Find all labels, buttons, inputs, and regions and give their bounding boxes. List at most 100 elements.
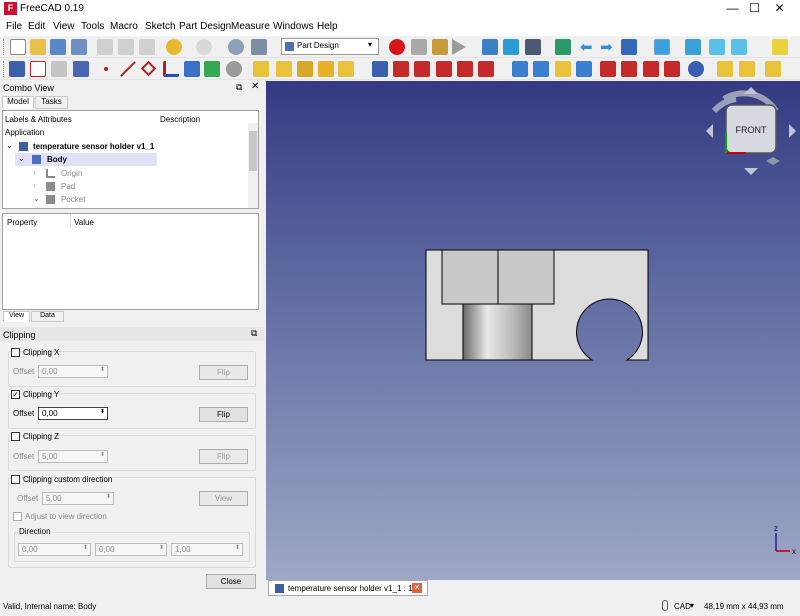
clipping-y-checkbox[interactable]: ✓ [11,390,20,399]
document-tab[interactable]: temperature sensor holder v1_1 : 1* ✕ [268,580,428,596]
stop-macro-icon[interactable] [411,39,427,55]
float-panel-icon[interactable]: ⧉ [251,328,257,339]
revolution-icon[interactable] [276,61,292,77]
copy-icon[interactable] [118,39,134,55]
tree-row-origin[interactable]: › Origin [33,167,153,180]
clone-icon[interactable] [226,61,242,77]
tab-model[interactable]: Model [2,96,34,109]
shape-binder-icon[interactable] [184,61,200,77]
create-sketch-icon[interactable] [30,61,46,77]
workbench-part-icon[interactable] [772,39,788,55]
datum-plane-icon[interactable] [140,60,157,77]
spin-arrows-icon[interactable]: ⬍ [106,493,111,500]
toolbar-grip[interactable] [3,61,6,77]
map-sketch-icon[interactable] [73,61,89,77]
direction-z-input[interactable]: 1,00 ⬍ [171,543,243,556]
menu-tools[interactable]: Tools [81,21,104,32]
3d-view-canvas[interactable]: FRONT z x [266,81,800,580]
navigation-style[interactable]: CAD [674,602,691,611]
adjust-view-checkbox[interactable] [13,512,22,521]
close-button[interactable]: Close [206,574,256,589]
pocket-icon[interactable] [372,61,388,77]
measure-angular-icon[interactable] [739,61,755,77]
thickness-icon[interactable] [664,61,680,77]
chamfer-icon[interactable] [621,61,637,77]
pad-icon[interactable] [253,61,269,77]
clipping-z-flip-button[interactable]: Flip [199,449,248,464]
pipe-icon[interactable] [318,61,334,77]
datum-point-icon[interactable] [104,67,108,71]
close-panel-icon[interactable]: ✕ [251,81,259,92]
draft-icon[interactable] [643,61,659,77]
tree-row-pocket[interactable]: ⌄ Pocket [33,193,153,206]
nav-down-arrow-icon[interactable] [744,168,758,175]
nav-right-arrow-icon[interactable] [789,124,796,138]
chevron-down-icon[interactable]: ▾ [690,601,694,610]
spin-arrows-icon[interactable]: ⬍ [83,544,88,551]
tree-row-document[interactable]: ⌄ temperature sensor holder v1_1 [3,140,249,153]
subtractive-loft-icon[interactable] [436,61,452,77]
additive-primitive-icon[interactable] [338,61,354,77]
direction-y-input[interactable]: 0,00 ⬍ [95,543,167,556]
menu-measure[interactable]: Measure [231,21,270,32]
nav-cube-menu-icon[interactable] [766,157,780,165]
menu-part-design[interactable]: Part Design [179,21,231,32]
loft-icon[interactable] [297,61,313,77]
polar-pattern-icon[interactable] [555,61,571,77]
menu-edit[interactable]: Edit [28,21,45,32]
spin-arrows-icon[interactable]: ⬍ [100,366,105,373]
redo-icon[interactable] [196,39,212,55]
collapse-arrow-icon[interactable]: ⌄ [18,154,25,163]
groove-icon[interactable] [414,61,430,77]
fit-all-icon[interactable] [482,39,498,55]
tree-row-pad[interactable]: › Pad [33,180,153,193]
menu-file[interactable]: File [6,21,22,32]
clipping-z-offset-input[interactable]: 5,00 ⬍ [38,450,108,463]
clipping-y-flip-button[interactable]: Flip [199,407,248,422]
record-macro-icon[interactable] [389,39,405,55]
close-button[interactable]: ✕ [757,0,800,18]
open-folder-icon[interactable] [30,39,46,55]
subtractive-pipe-icon[interactable] [457,61,473,77]
menu-windows[interactable]: Windows [273,21,314,32]
3d-view[interactable]: FRONT z x [266,81,800,580]
clipping-x-checkbox[interactable] [11,348,20,357]
bore-cylinder[interactable] [462,303,533,361]
clipping-z-checkbox[interactable] [11,432,20,441]
float-panel-icon[interactable]: ⧉ [236,82,242,93]
fit-selection-icon[interactable] [503,39,519,55]
edit-macro-icon[interactable] [432,39,448,55]
part-model[interactable] [425,249,649,361]
linear-pattern-icon[interactable] [533,61,549,77]
collapse-arrow-icon[interactable]: ⌄ [6,141,13,150]
tree-scrollbar[interactable] [248,123,258,208]
cut-icon[interactable] [97,39,113,55]
nav-left-arrow-icon[interactable] [706,124,713,138]
save-as-icon[interactable] [71,39,87,55]
spin-arrows-icon[interactable]: ⬍ [100,408,105,415]
fillet-icon[interactable] [600,61,616,77]
subshape-binder-icon[interactable] [204,61,220,77]
menu-help[interactable]: Help [317,21,338,32]
std-views-icon[interactable] [621,39,637,55]
multitransform-icon[interactable] [576,61,592,77]
workbench-selector[interactable]: Part Design ▾ [281,38,379,55]
menu-macro[interactable]: Macro [110,21,138,32]
save-icon[interactable] [50,39,66,55]
clipping-y-offset-input[interactable]: 0,00 ⬍ [38,407,108,420]
menu-sketch[interactable]: Sketch [145,21,176,32]
collapse-arrow-icon[interactable]: ⌄ [33,194,40,203]
clipping-x-offset-input[interactable]: 0,00 ⬍ [38,365,108,378]
mirrored-icon[interactable] [512,61,528,77]
clipping-custom-offset-input[interactable]: 5,00 ⬍ [42,492,114,505]
top-view-icon[interactable] [731,39,747,55]
whats-this-icon[interactable] [251,39,267,55]
forward-arrow-icon[interactable]: ➡ [600,38,613,56]
back-arrow-icon[interactable]: ⬅ [580,38,593,56]
subtractive-primitive-icon[interactable] [478,61,494,77]
clipping-custom-checkbox[interactable] [11,475,20,484]
front-view-icon[interactable] [709,39,725,55]
bounding-box-icon[interactable] [555,39,571,55]
zoom-icon[interactable] [654,39,670,55]
direction-x-input[interactable]: 0,00 ⬍ [18,543,91,556]
